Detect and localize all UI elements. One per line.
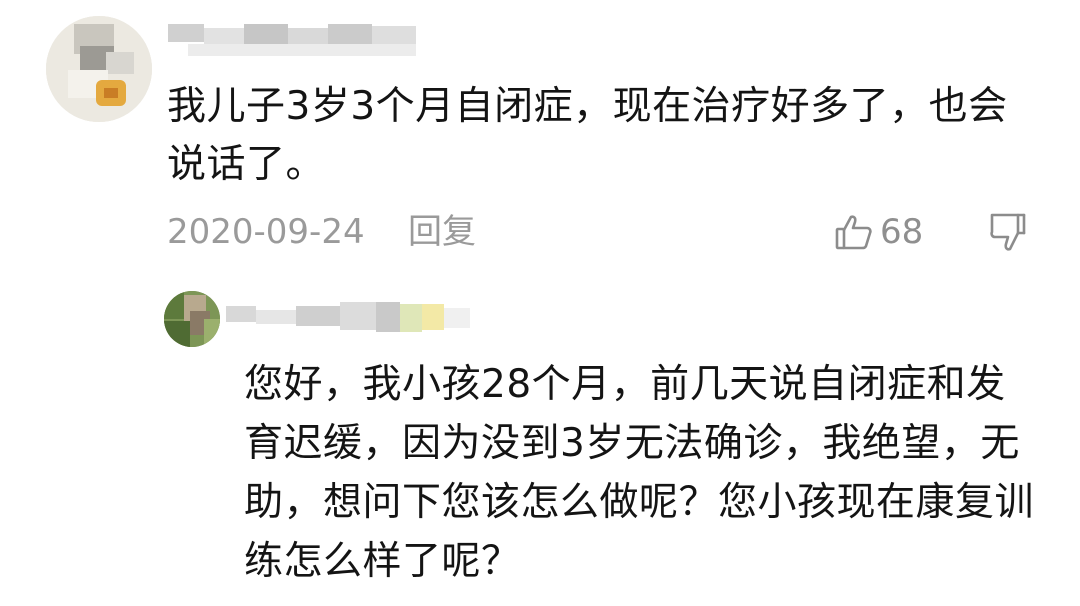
censor-pixel bbox=[296, 306, 340, 326]
dislike-button[interactable] bbox=[988, 211, 1028, 253]
like-button[interactable]: 68 bbox=[834, 208, 923, 256]
avatar-main-commenter[interactable] bbox=[46, 16, 152, 122]
censor-pixel bbox=[340, 302, 376, 330]
censor-pixel bbox=[244, 24, 288, 44]
username-reply-censored[interactable] bbox=[226, 296, 476, 336]
username-main-censored[interactable] bbox=[168, 22, 418, 58]
censor-pixel bbox=[226, 306, 256, 322]
avatar-pixel bbox=[104, 88, 118, 98]
main-comment-text: 我儿子3岁3个月自闭症，现在治疗好多了，也会说话了。 bbox=[167, 84, 1008, 187]
censor-pixel bbox=[400, 304, 422, 332]
avatar-pixel bbox=[106, 52, 134, 74]
censor-pixel bbox=[204, 28, 244, 44]
avatar-pixel bbox=[164, 291, 184, 319]
like-count: 68 bbox=[880, 212, 924, 252]
reply-button[interactable]: 回复 bbox=[408, 208, 476, 256]
censor-pixel bbox=[376, 302, 400, 332]
avatar-pixel bbox=[204, 319, 220, 347]
thumbs-down-icon bbox=[988, 211, 1028, 253]
main-comment-date: 2020-09-24 bbox=[167, 212, 365, 252]
censor-pixel bbox=[328, 24, 372, 44]
censor-pixel bbox=[422, 304, 444, 330]
censor-pixel bbox=[288, 28, 328, 44]
censor-pixel bbox=[256, 310, 296, 324]
censor-pixel bbox=[168, 24, 204, 42]
thumbs-up-icon bbox=[834, 212, 874, 252]
reply-comment-text: 您好，我小孩28个月，前几天说自闭症和发育迟缓，因为没到3岁无法确诊，我绝望，无… bbox=[244, 362, 1035, 584]
avatar-pixel bbox=[164, 321, 190, 347]
censor-pixel bbox=[372, 26, 416, 44]
censor-pixel bbox=[188, 44, 416, 56]
censor-pixel bbox=[444, 308, 470, 328]
avatar-reply-commenter[interactable] bbox=[164, 291, 220, 347]
